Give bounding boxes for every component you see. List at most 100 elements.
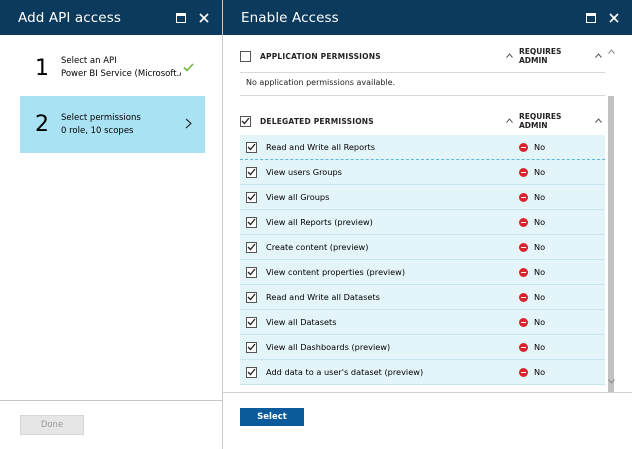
caret-up-icon[interactable] — [591, 116, 605, 126]
enable-access-blade: Enable Access APPLICATION PERMISSIONS RE… — [223, 0, 632, 449]
requires-admin-column: REQUIRES ADMIN — [519, 112, 562, 130]
add-api-access-blade: Add API access 1 Select an API Power BI … — [0, 0, 223, 449]
permission-checkbox[interactable] — [246, 166, 257, 178]
divider — [240, 95, 605, 96]
permission-row[interactable]: Read and Write all Reports No — [240, 135, 605, 160]
step-number: 1 — [35, 55, 49, 81]
no-entry-icon — [519, 167, 528, 177]
permission-name: View all Datasets — [266, 317, 337, 327]
step-subtitle: 0 role, 10 scopes — [61, 125, 134, 136]
blade-title: Enable Access — [241, 9, 339, 26]
no-entry-icon — [519, 367, 528, 377]
maximize-icon[interactable] — [583, 10, 599, 26]
requires-admin-cell: No — [519, 367, 605, 377]
done-button[interactable]: Done — [20, 415, 84, 435]
scroll-down-icon[interactable] — [607, 379, 615, 387]
requires-admin-cell: No — [519, 192, 605, 202]
requires-admin-value: No — [534, 267, 546, 277]
permission-row[interactable]: View all Dashboards (preview) No — [240, 335, 605, 360]
caret-up-icon[interactable] — [499, 51, 519, 61]
requires-admin-cell: No — [519, 217, 605, 227]
requires-admin-value: No — [534, 367, 546, 377]
permission-checkbox[interactable] — [246, 366, 257, 378]
close-icon[interactable] — [606, 10, 622, 26]
no-entry-icon — [519, 267, 528, 277]
vertical-scrollbar[interactable] — [607, 49, 615, 393]
permission-name: Create content (preview) — [266, 242, 369, 252]
right-blade-footer: Select — [223, 392, 632, 449]
application-permissions-header: APPLICATION PERMISSIONS REQUIRES ADMIN — [240, 41, 605, 71]
permission-row[interactable]: View users Groups No — [240, 160, 605, 185]
requires-admin-cell: No — [519, 267, 605, 277]
permission-checkbox[interactable] — [246, 291, 257, 303]
permission-name: View users Groups — [266, 167, 342, 177]
section-label: DELEGATED PERMISSIONS — [260, 116, 374, 126]
permission-row[interactable]: View content properties (preview) No — [240, 260, 605, 285]
permission-name: Add data to a user's dataset (preview) — [266, 367, 424, 377]
checkmark-icon — [181, 61, 195, 75]
step-title: Select permissions — [61, 112, 141, 123]
left-blade-footer: Done — [0, 400, 222, 449]
permission-row[interactable]: View all Datasets No — [240, 310, 605, 335]
scrollbar-thumb[interactable] — [608, 96, 614, 393]
select-button[interactable]: Select — [240, 408, 304, 426]
no-entry-icon — [519, 192, 528, 202]
no-entry-icon — [519, 342, 528, 352]
no-entry-icon — [519, 217, 528, 227]
blade-header: Enable Access — [223, 0, 632, 35]
maximize-icon[interactable] — [173, 10, 189, 26]
divider — [240, 72, 605, 73]
delegated-permissions-list: Read and Write all Reports No View users… — [240, 135, 605, 385]
permission-name: View all Dashboards (preview) — [266, 342, 391, 352]
permission-name: View all Reports (preview) — [266, 217, 373, 227]
permission-checkbox[interactable] — [246, 266, 257, 278]
permission-checkbox[interactable] — [246, 191, 257, 203]
no-application-permissions-text: No application permissions available. — [246, 78, 396, 87]
delegated-permissions-header: DELEGATED PERMISSIONS REQUIRES ADMIN — [240, 106, 605, 136]
permission-row[interactable]: View all Reports (preview) No — [240, 210, 605, 235]
step-number: 2 — [35, 112, 49, 137]
requires-admin-value: No — [534, 142, 546, 152]
permission-row[interactable]: Read and Write all Datasets No — [240, 285, 605, 310]
step-select-permissions[interactable]: 2 Select permissions 0 role, 10 scopes — [20, 96, 205, 153]
no-entry-icon — [519, 292, 528, 302]
requires-admin-cell: No — [519, 242, 605, 252]
permission-checkbox[interactable] — [246, 141, 257, 153]
step-subtitle: Power BI Service (Microsoft.Az... — [61, 69, 181, 79]
delegated-permissions-checkbox[interactable] — [240, 115, 251, 127]
permission-checkbox[interactable] — [246, 241, 257, 253]
permission-name: View content properties (preview) — [266, 267, 406, 277]
permission-checkbox[interactable] — [246, 341, 257, 353]
requires-admin-cell: No — [519, 292, 605, 302]
application-permissions-checkbox[interactable] — [240, 50, 251, 62]
blade-title: Add API access — [18, 9, 121, 26]
permission-name: Read and Write all Reports — [266, 142, 375, 152]
permission-checkbox[interactable] — [246, 216, 257, 228]
permission-row[interactable]: View all Groups No — [240, 185, 605, 210]
caret-up-icon[interactable] — [591, 51, 605, 61]
requires-admin-value: No — [534, 167, 546, 177]
scroll-up-icon[interactable] — [607, 49, 615, 57]
permission-row[interactable]: Add data to a user's dataset (preview) N… — [240, 360, 605, 385]
requires-admin-value: No — [534, 217, 546, 227]
permission-checkbox[interactable] — [246, 316, 257, 328]
permission-row[interactable]: Create content (preview) No — [240, 235, 605, 260]
caret-up-icon[interactable] — [499, 116, 519, 126]
no-entry-icon — [519, 142, 528, 152]
requires-admin-value: No — [534, 242, 546, 252]
step-text: Select permissions 0 role, 10 scopes — [61, 112, 181, 138]
close-icon[interactable] — [196, 10, 212, 26]
step-title: Select an API — [61, 56, 117, 66]
blade-header: Add API access — [0, 0, 222, 35]
section-label: APPLICATION PERMISSIONS — [260, 51, 381, 61]
wizard-steps: 1 Select an API Power BI Service (Micros… — [20, 40, 205, 153]
no-entry-icon — [519, 242, 528, 252]
requires-admin-value: No — [534, 292, 546, 302]
requires-admin-value: No — [534, 342, 546, 352]
permissions-scroll-area[interactable]: APPLICATION PERMISSIONS REQUIRES ADMIN N… — [223, 35, 632, 393]
requires-admin-value: No — [534, 317, 546, 327]
requires-admin-column: REQUIRES ADMIN — [519, 47, 562, 65]
step-select-api[interactable]: 1 Select an API Power BI Service (Micros… — [20, 40, 205, 96]
requires-admin-cell: No — [519, 167, 605, 177]
requires-admin-cell: No — [519, 317, 605, 327]
